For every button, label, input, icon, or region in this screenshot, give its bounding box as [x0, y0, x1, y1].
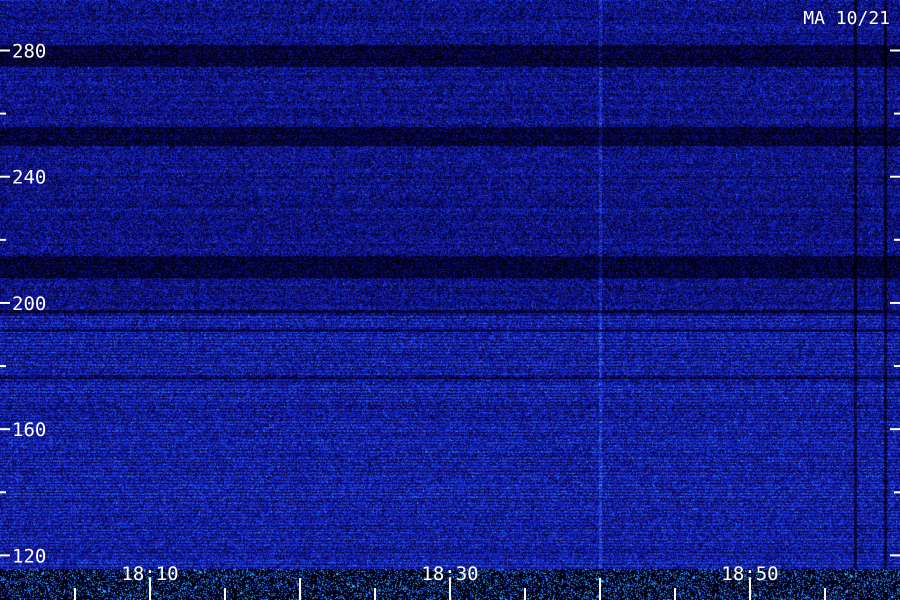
x-tick-label: 18:10	[121, 563, 178, 585]
station-date-label: MA 10/21	[803, 8, 890, 29]
y-tick-label: 200	[12, 293, 46, 315]
y-tick-label: 160	[12, 419, 46, 441]
chart-overlay: 120 160 200 240 280 18:10 18:30 18:50 MA 10/21	[0, 8, 900, 600]
x-tick-label: 18:50	[721, 563, 778, 585]
y-tick-label: 120	[12, 545, 46, 567]
y-axis-right	[890, 49, 900, 557]
x-tick-label: 18:30	[421, 563, 478, 585]
y-axis-left: 120 160 200 240 280	[0, 40, 46, 567]
y-tick-label: 240	[12, 167, 46, 189]
y-tick-label: 280	[12, 40, 46, 62]
x-axis: 18:10 18:30 18:50	[74, 563, 826, 600]
